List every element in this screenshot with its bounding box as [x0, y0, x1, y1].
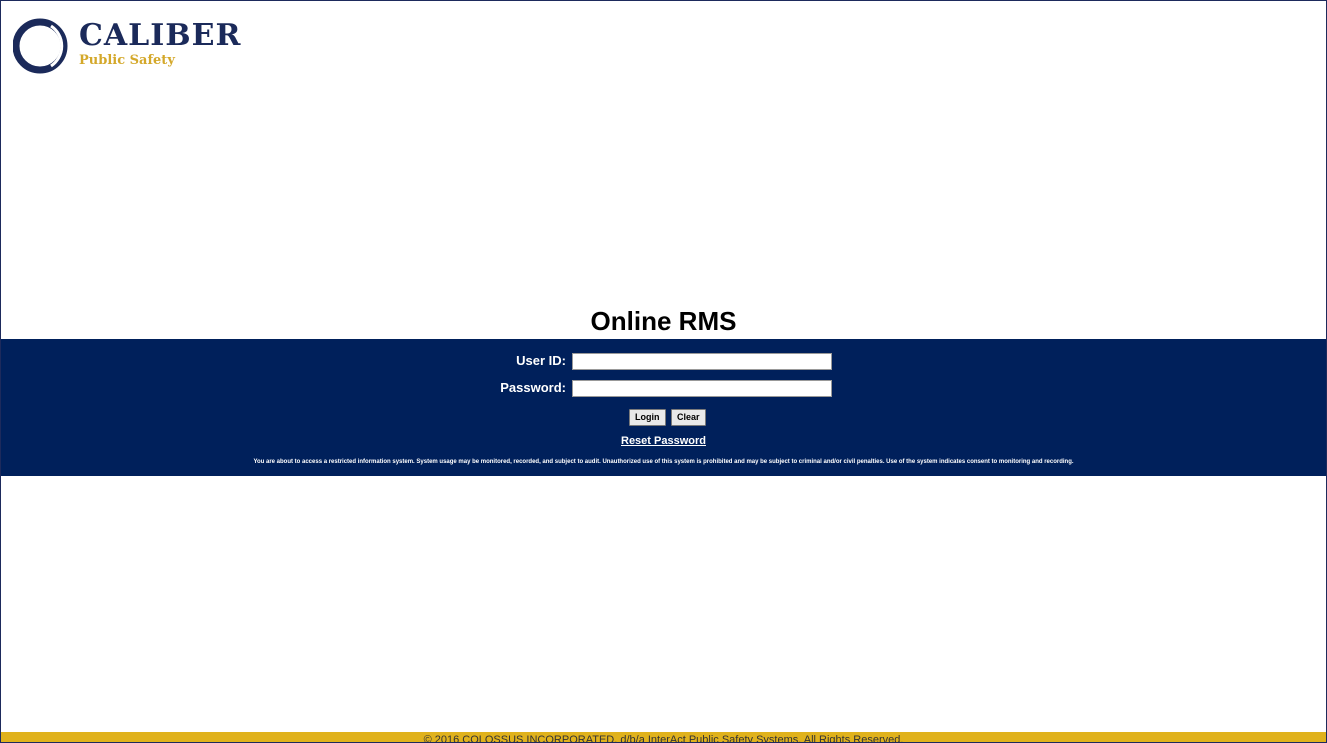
user-id-label: User ID: — [516, 353, 566, 368]
password-input[interactable] — [572, 380, 832, 397]
footer-copyright: © 2016 COLOSSUS INCORPORATED, d/b/a Inte… — [423, 734, 904, 742]
user-id-input[interactable] — [572, 353, 832, 370]
footer-bar: © 2016 COLOSSUS INCORPORATED, d/b/a Inte… — [1, 732, 1326, 742]
caliber-logo: CALIBER Public Safety — [13, 18, 253, 74]
security-disclaimer: You are about to access a restricted inf… — [253, 459, 1074, 465]
logo-brand-text: CALIBER — [79, 18, 242, 53]
password-label: Password: — [500, 380, 566, 395]
login-button[interactable]: Login — [629, 409, 666, 426]
logo-tagline: Public Safety — [79, 53, 175, 68]
page-title: Online RMS — [590, 306, 737, 336]
caliber-ring-icon — [13, 18, 68, 74]
login-panel: User ID: Password: Login Clear Reset Pas… — [1, 339, 1326, 476]
clear-button[interactable]: Clear — [671, 409, 706, 426]
reset-password-link[interactable]: Reset Password — [1, 435, 1326, 447]
page-frame: CALIBER Public Safety Online RMS User ID… — [0, 0, 1327, 743]
